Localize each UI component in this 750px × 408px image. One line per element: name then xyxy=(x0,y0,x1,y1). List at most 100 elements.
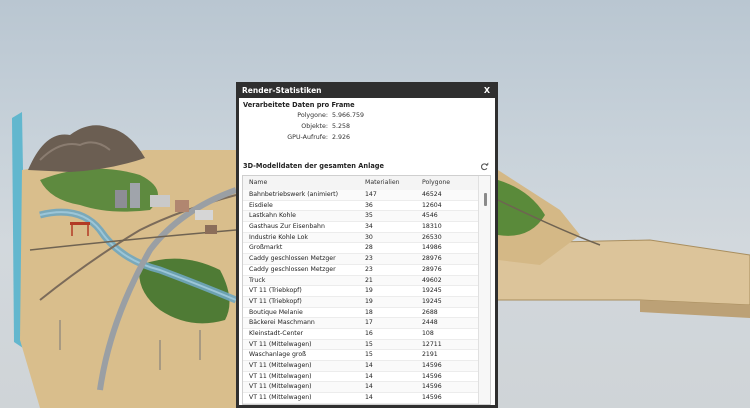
table-row[interactable]: VT 11 (Triebkopf) 19 19245 xyxy=(243,286,479,297)
cell-materials: 21 xyxy=(365,276,373,284)
cell-polygons: 18310 xyxy=(422,223,442,231)
table-row[interactable]: Gasthaus Zur Eisenbahn 34 18310 xyxy=(243,222,479,233)
cell-materials: 14 xyxy=(365,362,373,369)
dialog-title: Render-Statistiken xyxy=(242,85,322,95)
table-row[interactable]: Bäckerei Maschmann 17 2448 xyxy=(243,318,479,329)
table-row[interactable]: VT 11 (Mittelwagen) 15 12711 xyxy=(243,339,479,351)
table-row[interactable]: Caddy geschlossen Metzger 23 28976 xyxy=(243,254,479,265)
cell-materials: 16 xyxy=(365,329,373,337)
stat-polygons-label: Polygone: xyxy=(297,112,328,119)
cell-polygons: 14986 xyxy=(422,244,442,252)
refresh-icon[interactable] xyxy=(480,162,489,171)
cell-name: Lastkahn Kohle xyxy=(249,212,296,220)
cell-name: Boutique Melanie xyxy=(249,308,303,316)
cell-name: VT 11 (Triebkopf) xyxy=(249,297,302,305)
stat-polygons: Polygone: 5.966.759 xyxy=(239,112,495,121)
column-header-materials[interactable]: Materialien xyxy=(365,179,400,186)
cell-name: Eisdiele xyxy=(249,201,273,209)
table-row[interactable]: Bahnbetriebswerk (animiert) 147 46524 xyxy=(243,190,479,201)
render-statistics-dialog: Render-Statistiken X Verarbeitete Daten … xyxy=(236,82,498,408)
cell-polygons: 14596 xyxy=(422,383,442,391)
cell-materials: 147 xyxy=(365,191,377,198)
frame-data-section-title: Verarbeitete Daten pro Frame xyxy=(243,101,355,109)
table-row[interactable]: VT 11 (Mittelwagen) 14 14596 xyxy=(243,361,479,372)
cell-polygons: 46524 xyxy=(422,191,442,198)
cell-materials: 15 xyxy=(365,340,373,348)
table-row[interactable]: Rangierlok Köf1413882 xyxy=(243,403,479,404)
table-row[interactable]: Eisdiele 36 12604 xyxy=(243,201,479,212)
cell-name: Bäckerei Maschmann xyxy=(249,319,315,327)
cell-materials: 17 xyxy=(365,319,373,327)
cell-name: Gasthaus Zur Eisenbahn xyxy=(249,223,325,231)
stat-gpu-calls-label: GPU-Aufrufe: xyxy=(287,134,328,141)
cell-polygons: 2191 xyxy=(422,351,438,359)
dialog-titlebar[interactable]: Render-Statistiken X xyxy=(239,82,495,98)
cell-name: VT 11 (Triebkopf) xyxy=(249,287,302,295)
cell-name: VT 11 (Mittelwagen) xyxy=(249,362,312,369)
stat-objects-value: 5.258 xyxy=(332,123,351,130)
table-row[interactable]: Industrie Kohle Lok 30 26530 xyxy=(243,232,479,244)
stat-objects-label: Objekte: xyxy=(301,123,328,130)
cell-materials: 23 xyxy=(365,265,373,273)
stat-objects: Objekte: 5.258 xyxy=(239,123,495,132)
table-row[interactable]: Großmarkt 28 14986 xyxy=(243,243,479,255)
cell-name: Bahnbetriebswerk (animiert) xyxy=(249,191,339,198)
cell-materials: 14 xyxy=(365,383,373,391)
cell-polygons: 12711 xyxy=(422,340,442,348)
cell-name: VT 11 (Mittelwagen) xyxy=(249,340,312,348)
cell-polygons: 49602 xyxy=(422,276,442,284)
table-row[interactable]: Kleinstadt-Center 16 108 xyxy=(243,329,479,340)
cell-name: VT 11 (Mittelwagen) xyxy=(249,372,312,380)
cell-materials: 19 xyxy=(365,287,373,295)
table-row[interactable]: VT 11 (Triebkopf) 19 19245 xyxy=(243,296,479,308)
model-data-table: Name Materialien Polygone Bahnbetriebswe… xyxy=(242,175,491,405)
cell-name: Caddy geschlossen Metzger xyxy=(249,255,336,263)
cell-polygons: 28976 xyxy=(422,255,442,263)
cell-polygons: 19245 xyxy=(422,297,442,305)
column-header-name[interactable]: Name xyxy=(249,179,267,186)
cell-name: Truck xyxy=(249,276,266,284)
scrollbar-thumb[interactable] xyxy=(484,193,487,206)
cell-polygons: 14596 xyxy=(422,372,442,380)
table-row[interactable]: VT 11 (Mittelwagen) 14 14596 xyxy=(243,372,479,383)
cell-materials: 19 xyxy=(365,297,373,305)
table-row[interactable]: Boutique Melanie 18 2688 xyxy=(243,308,479,319)
table-row[interactable]: VT 11 (Mittelwagen) 14 14596 xyxy=(243,393,479,404)
column-header-polygons[interactable]: Polygone xyxy=(422,179,450,186)
cell-materials: 14 xyxy=(365,394,373,402)
cell-materials: 18 xyxy=(365,308,373,316)
cell-materials: 15 xyxy=(365,351,373,359)
cell-name: VT 11 (Mittelwagen) xyxy=(249,383,312,391)
cell-materials: 28 xyxy=(365,244,373,252)
cell-name: Caddy geschlossen Metzger xyxy=(249,265,336,273)
close-button[interactable]: X xyxy=(482,86,492,95)
stat-gpu-calls-value: 2.926 xyxy=(332,134,351,141)
table-row[interactable]: Lastkahn Kohle 35 4546 xyxy=(243,211,479,223)
cell-polygons: 14596 xyxy=(422,362,442,369)
cell-materials: 23 xyxy=(365,255,373,263)
table-scrollbar[interactable] xyxy=(478,176,490,404)
cell-materials: 14 xyxy=(365,372,373,380)
cell-polygons: 19245 xyxy=(422,287,442,295)
cell-materials: 36 xyxy=(365,201,373,209)
cell-name: Großmarkt xyxy=(249,244,283,252)
cell-polygons: 4546 xyxy=(422,212,438,220)
cell-polygons: 26530 xyxy=(422,233,442,241)
table-row[interactable]: Caddy geschlossen Metzger 23 28976 xyxy=(243,265,479,276)
model-data-section-title: 3D-Modelldaten der gesamten Anlage xyxy=(243,162,384,170)
stat-gpu-calls: GPU-Aufrufe: 2.926 xyxy=(239,134,495,143)
table-rows: Bahnbetriebswerk (animiert) 147 46524 Eisdi… xyxy=(243,190,479,404)
cell-polygons: 28976 xyxy=(422,265,442,273)
table-row[interactable]: Truck 21 49602 xyxy=(243,275,479,287)
cell-name: Waschanlage groß xyxy=(249,351,307,359)
cell-materials: 34 xyxy=(365,223,373,231)
table-header: Name Materialien Polygone xyxy=(243,176,479,191)
cell-name: Industrie Kohle Lok xyxy=(249,233,308,241)
cell-polygons: 108 xyxy=(422,329,434,337)
table-row[interactable]: Waschanlage groß 15 2191 xyxy=(243,350,479,361)
cell-materials: 30 xyxy=(365,233,373,241)
stat-polygons-value: 5.966.759 xyxy=(332,112,365,119)
table-row[interactable]: VT 11 (Mittelwagen) 14 14596 xyxy=(243,382,479,394)
cell-polygons: 2448 xyxy=(422,319,438,327)
cell-polygons: 2688 xyxy=(422,308,438,316)
